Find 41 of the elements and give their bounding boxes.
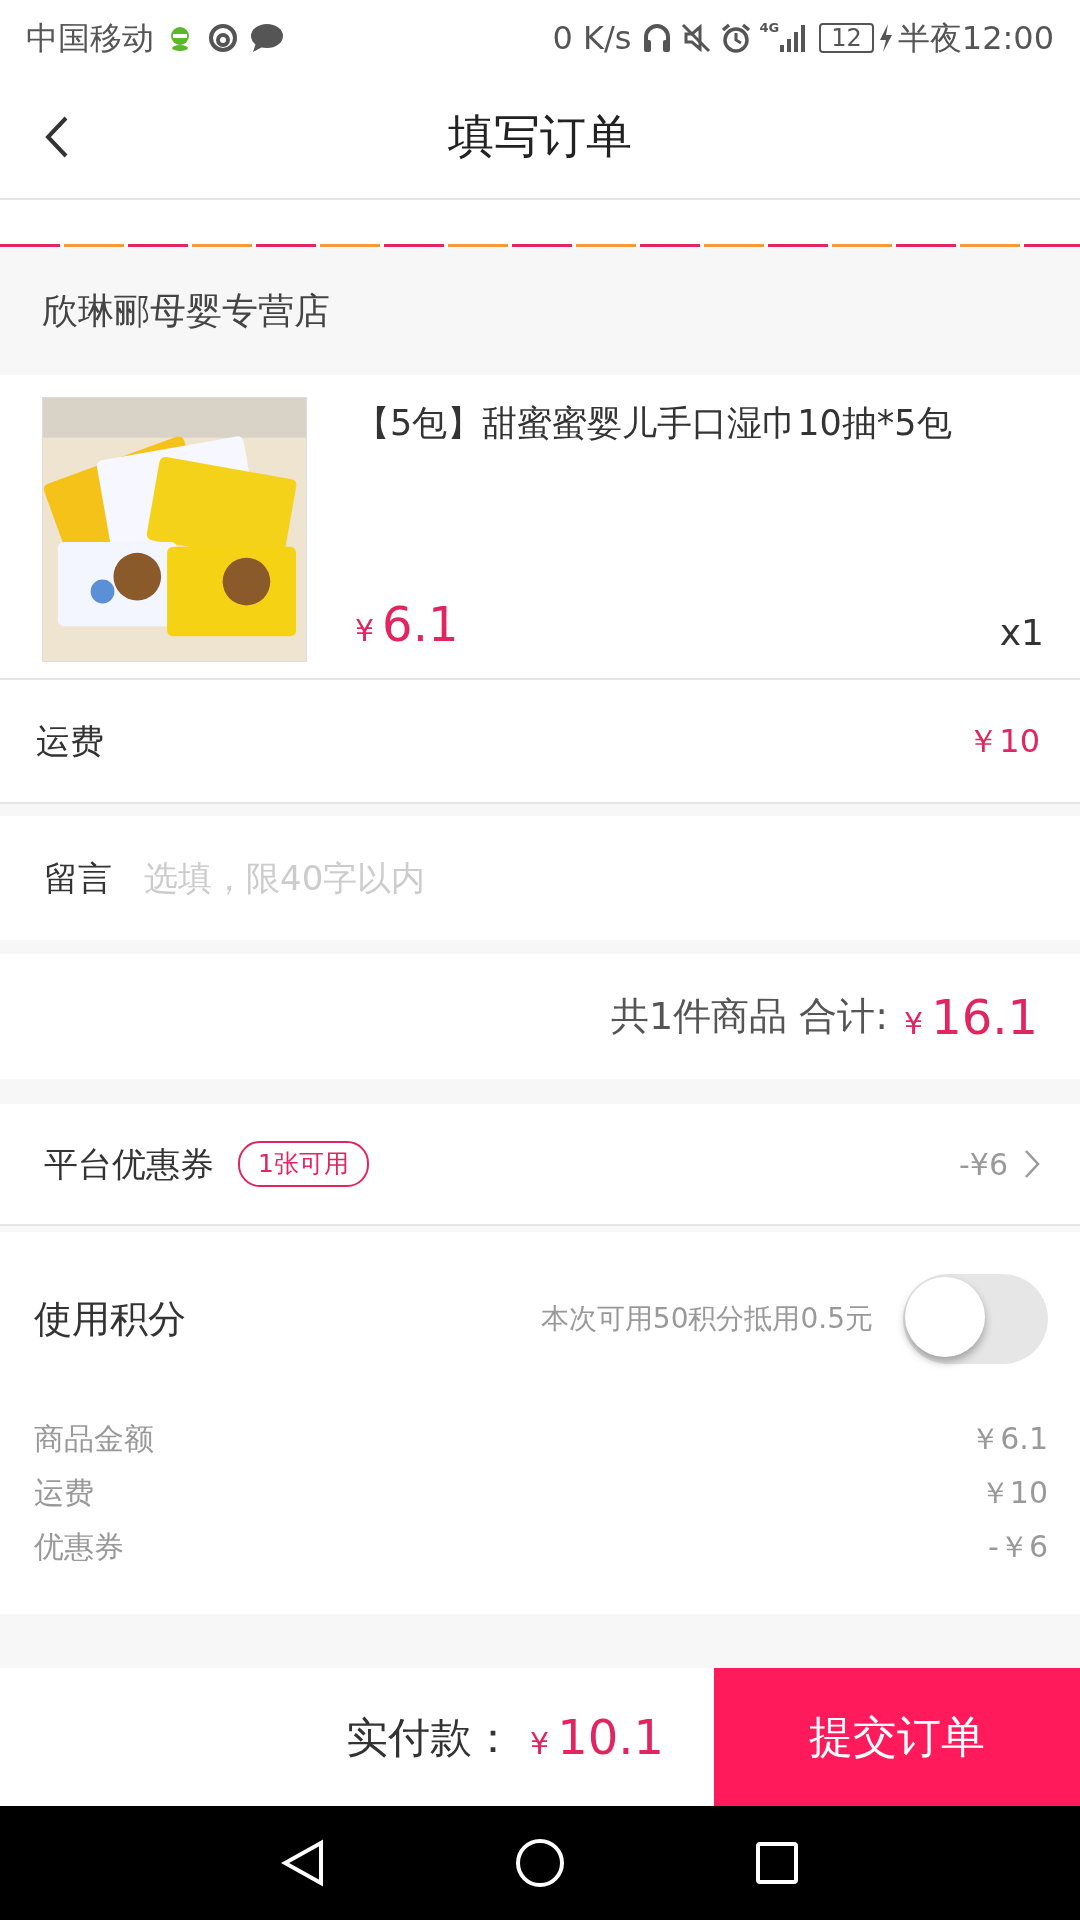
clock-time: 半夜12:00 [897, 17, 1054, 59]
summary-label: 优惠券 [34, 1528, 124, 1566]
store-name: 欣琳郦母婴专营店 [42, 289, 330, 333]
headphones-icon [641, 21, 672, 54]
alarm-icon [719, 21, 752, 54]
message-label: 留言 [0, 816, 144, 940]
coupon-discount[interactable]: -¥6 [959, 1141, 1008, 1187]
summary-label: 运费 [34, 1474, 94, 1512]
shipping-label: 运费 [36, 719, 104, 763]
product-title: 【5包】甜蜜蜜婴儿手口湿巾10抽*5包 [355, 402, 953, 445]
quantity: x1 [999, 611, 1044, 655]
chat-icon [250, 22, 284, 53]
summary-value: -￥6 [988, 1528, 1048, 1566]
shipping-fee: ￥10 [967, 721, 1040, 762]
product-price: ¥ 6.1 [355, 595, 459, 654]
coupon-label: 平台优惠券 [44, 1142, 214, 1186]
signal-icon [779, 22, 808, 53]
payment-label: 实付款： [346, 1711, 515, 1764]
submit-order-button[interactable]: 提交订单 [714, 1668, 1080, 1806]
chevron-right-icon[interactable] [1024, 1149, 1040, 1179]
summary-value: ￥10 [979, 1474, 1048, 1512]
network-speed: 0 K/s [552, 17, 632, 59]
mute-icon [679, 21, 712, 54]
total-label: 共1件商品 合计: [610, 993, 889, 1040]
total-amount: ¥ 16.1 [904, 987, 1038, 1047]
back-icon[interactable] [281, 1839, 325, 1887]
points-hint: 本次可用50积分抵用0.5元 [540, 1301, 873, 1337]
charging-icon [877, 22, 894, 53]
page-title: 填写订单 [448, 108, 632, 165]
battery-level: 12 [819, 22, 874, 53]
summary-label: 商品金额 [34, 1420, 154, 1458]
points-label: 使用积分 [34, 1295, 186, 1343]
home-icon[interactable] [515, 1838, 565, 1888]
network-type: 4G [759, 19, 780, 37]
payment-amount: ¥ 10.1 [530, 1708, 664, 1767]
coupon-badge: 1张可用 [238, 1141, 369, 1187]
back-icon[interactable] [44, 115, 70, 159]
summary-value: ￥6.1 [970, 1420, 1048, 1458]
points-toggle[interactable] [903, 1274, 1048, 1364]
carrier-name: 中国移动 [26, 17, 154, 59]
recents-icon[interactable] [755, 1841, 799, 1885]
